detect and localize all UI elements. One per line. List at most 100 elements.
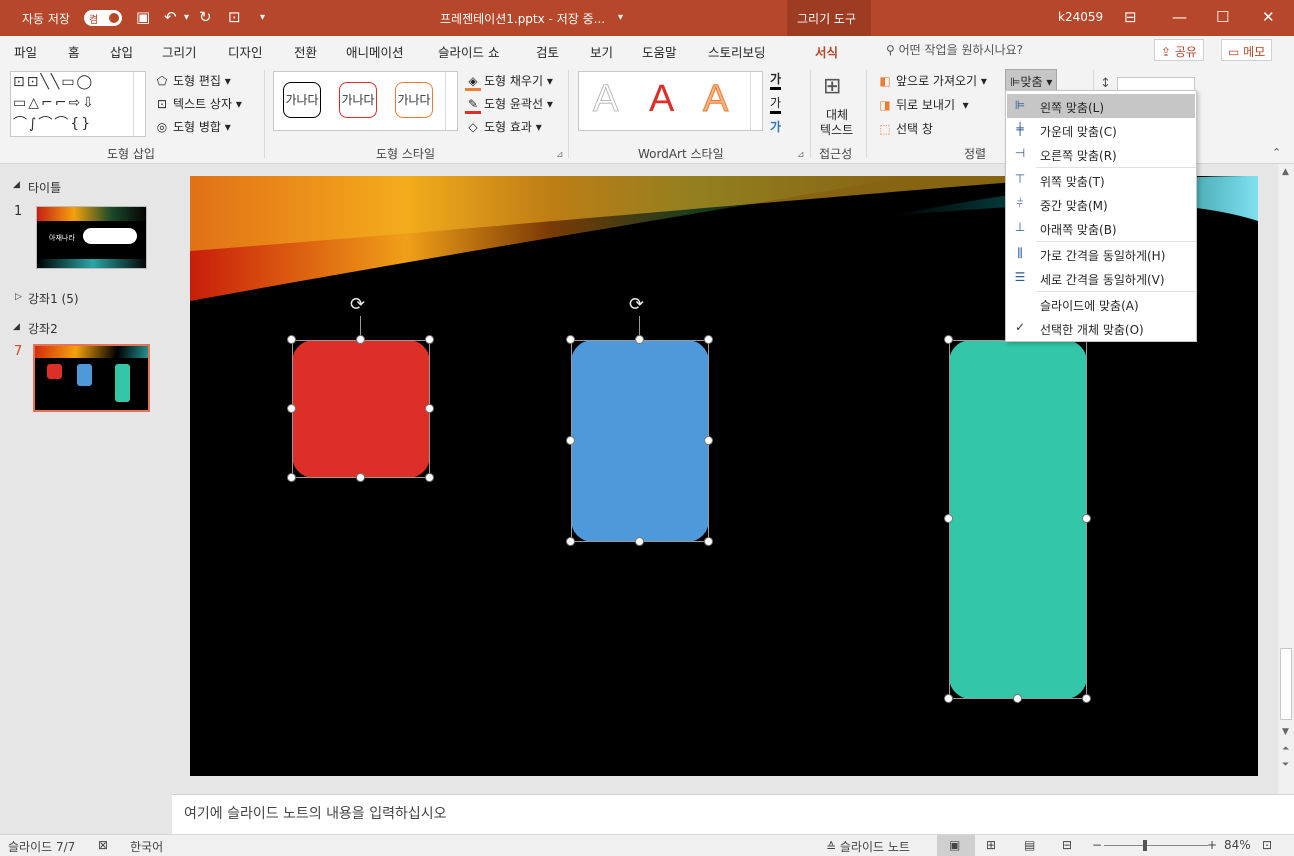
section-lecture1[interactable]: 강좌1 (5) xyxy=(28,290,79,307)
customize-toolbar-icon[interactable]: ▾ xyxy=(260,12,265,23)
shape-style-preset-1[interactable]: 가나다 xyxy=(283,82,321,118)
next-slide-icon[interactable]: ⏷ xyxy=(1282,760,1289,770)
collapse-ribbon-icon[interactable]: ⌃ xyxy=(1272,146,1281,159)
language-indicator[interactable]: 한국어 xyxy=(130,838,163,855)
section-title[interactable]: 타이틀 xyxy=(28,179,61,196)
tab-draw[interactable]: 그리기 xyxy=(162,42,197,61)
fit-slide-icon[interactable]: ⊡ xyxy=(1262,838,1272,852)
text-effects-button[interactable]: 가 xyxy=(770,118,781,135)
resize-handle[interactable] xyxy=(425,473,434,482)
wordart-preset-1[interactable]: A xyxy=(592,78,618,121)
resize-handle[interactable] xyxy=(704,537,713,546)
normal-view-icon[interactable]: ▣ xyxy=(937,835,975,856)
menu-align-selected-objects[interactable]: ✓ 선택한 개체 맞춤(O) xyxy=(1007,316,1195,340)
menu-align-right[interactable]: ⊣ 오른쪽 맞춤(R) xyxy=(1007,142,1195,166)
menu-align-left[interactable]: ⊫ 왼쪽 맞춤(L) xyxy=(1007,94,1195,118)
resize-handle[interactable] xyxy=(704,335,713,344)
shape-styles-launcher-icon[interactable]: ⊿ xyxy=(556,150,564,160)
tab-review[interactable]: 검토 xyxy=(536,42,559,61)
alt-text-line2[interactable]: 텍스트 xyxy=(820,121,853,138)
resize-handle[interactable] xyxy=(635,537,644,546)
notes-button[interactable]: ≙ 슬라이드 노트 xyxy=(826,838,910,855)
resize-handle[interactable] xyxy=(425,404,434,413)
resize-handle[interactable] xyxy=(425,335,434,344)
maximize-icon[interactable]: ☐ xyxy=(1216,8,1229,26)
text-fill-button[interactable]: 가 xyxy=(770,70,782,90)
shape-style-preset-2[interactable]: 가나다 xyxy=(339,82,377,118)
tab-help[interactable]: 도움말 xyxy=(642,42,677,61)
wordart-launcher-icon[interactable]: ⊿ xyxy=(797,150,805,160)
menu-align-to-slide[interactable]: 슬라이드에 맞춤(A) xyxy=(1007,292,1195,316)
zoom-out-icon[interactable]: − xyxy=(1092,838,1102,852)
section-expand-icon[interactable]: ▷ xyxy=(15,292,22,302)
tell-me-search[interactable]: ⚲ 어떤 작업을 원하시나요? xyxy=(886,41,1023,58)
resize-handle[interactable] xyxy=(287,335,296,344)
slide-sorter-icon[interactable]: ⊞ xyxy=(986,838,996,852)
spelling-icon[interactable]: ⊠ xyxy=(98,838,108,852)
resize-handle[interactable] xyxy=(356,473,365,482)
resize-handle[interactable] xyxy=(635,335,644,344)
zoom-level[interactable]: 84% xyxy=(1224,838,1251,852)
close-icon[interactable]: ✕ xyxy=(1262,8,1275,26)
resize-handle[interactable] xyxy=(287,404,296,413)
resize-handle[interactable] xyxy=(356,335,365,344)
tab-storyboarding[interactable]: 스토리보딩 xyxy=(708,42,766,61)
shape-fill-button[interactable]: ◈ 도형 채우기 ▾ xyxy=(465,72,553,91)
tab-animations[interactable]: 애니메이션 xyxy=(346,42,404,61)
merge-shapes-button[interactable]: ◎ 도형 병합 ▾ xyxy=(154,118,231,135)
reading-view-icon[interactable]: ▤ xyxy=(1024,838,1035,852)
slide-thumbnail-7[interactable] xyxy=(33,344,150,412)
previous-slide-icon[interactable]: ⏶ xyxy=(1282,744,1289,754)
resize-handle[interactable] xyxy=(1082,694,1091,703)
tab-slideshow[interactable]: 슬라이드 쇼 xyxy=(438,42,499,61)
redo-icon[interactable]: ↻ xyxy=(199,8,212,26)
bring-forward-button[interactable]: ◧ 앞으로 가져오기 ▾ xyxy=(877,72,987,89)
tab-view[interactable]: 보기 xyxy=(590,42,613,61)
user-name[interactable]: k24059 xyxy=(1058,10,1103,24)
slide-thumbnail-1[interactable]: 아재나라 xyxy=(36,206,147,269)
tab-home[interactable]: 홈 xyxy=(68,42,80,61)
section-collapse-icon-2[interactable]: ◢ xyxy=(13,322,20,332)
menu-align-bottom[interactable]: ⊥ 아래쪽 맞춤(B) xyxy=(1007,216,1195,240)
menu-distribute-horizontally[interactable]: ⫼ 가로 간격을 동일하게(H) xyxy=(1007,242,1195,266)
tab-design[interactable]: 디자인 xyxy=(228,42,263,61)
menu-distribute-vertically[interactable]: ☰ 세로 간격을 동일하게(V) xyxy=(1007,266,1195,290)
zoom-in-icon[interactable]: + xyxy=(1207,838,1217,852)
comments-button[interactable]: ▭ 메모 xyxy=(1221,39,1273,61)
wordart-preset-3[interactable]: A xyxy=(702,78,728,121)
shape-style-gallery[interactable]: 가나다 가나다 가나다 xyxy=(273,71,458,131)
text-box-button[interactable]: ⊡ 텍스트 상자 ▾ xyxy=(154,95,242,112)
resize-handle[interactable] xyxy=(287,473,296,482)
alt-text-icon[interactable]: ⊞ xyxy=(823,74,841,99)
wordart-preset-2[interactable]: A xyxy=(649,78,674,121)
edit-shape-button[interactable]: ⬠ 도형 편집 ▾ xyxy=(154,72,231,89)
shape-style-gallery-scroll[interactable] xyxy=(445,72,457,130)
resize-handle[interactable] xyxy=(1082,514,1091,523)
send-backward-button[interactable]: ◨ 뒤로 보내기 ▾ xyxy=(877,96,968,113)
tab-insert[interactable]: 삽입 xyxy=(110,42,133,61)
rotate-handle-icon[interactable]: ⟳ xyxy=(350,294,365,315)
resize-handle[interactable] xyxy=(1013,694,1022,703)
autosave-toggle[interactable]: 켬 xyxy=(84,10,122,26)
slide-scrollbar[interactable]: ▲ ▼ ⏶ ⏷ xyxy=(1278,164,1294,794)
rotate-handle-icon[interactable]: ⟳ xyxy=(629,294,644,315)
minimize-icon[interactable]: — xyxy=(1172,8,1187,26)
present-icon[interactable]: ⊡ xyxy=(228,8,241,26)
wordart-gallery-scroll[interactable] xyxy=(750,72,762,130)
save-icon[interactable]: ▣ xyxy=(136,8,150,26)
tab-transitions[interactable]: 전환 xyxy=(294,42,317,61)
shape-gallery[interactable]: ⊡⊡╲╲▭◯ ▭△⌐⌐⇨⇩ ⌒∫⌒⌒{} xyxy=(10,71,146,137)
menu-align-middle[interactable]: ⫩ 중간 맞춤(M) xyxy=(1007,192,1195,216)
tab-format[interactable]: 서식 xyxy=(815,42,839,67)
undo-icon[interactable]: ↶ xyxy=(164,8,177,26)
resize-handle[interactable] xyxy=(566,335,575,344)
zoom-slider[interactable] xyxy=(1104,845,1208,846)
menu-align-top[interactable]: ⊤ 위쪽 맞춤(T) xyxy=(1007,168,1195,192)
section-collapse-icon[interactable]: ◢ xyxy=(13,180,20,190)
tab-file[interactable]: 파일 xyxy=(14,42,37,61)
zoom-slider-thumb[interactable] xyxy=(1143,840,1147,851)
shape-effects-button[interactable]: ◇ 도형 효과 ▾ xyxy=(465,118,541,135)
shape-style-preset-3[interactable]: 가나다 xyxy=(395,82,433,118)
text-outline-button[interactable]: 가 xyxy=(770,94,782,114)
align-button[interactable]: ⊫맞춤 ▾ xyxy=(1005,69,1058,91)
